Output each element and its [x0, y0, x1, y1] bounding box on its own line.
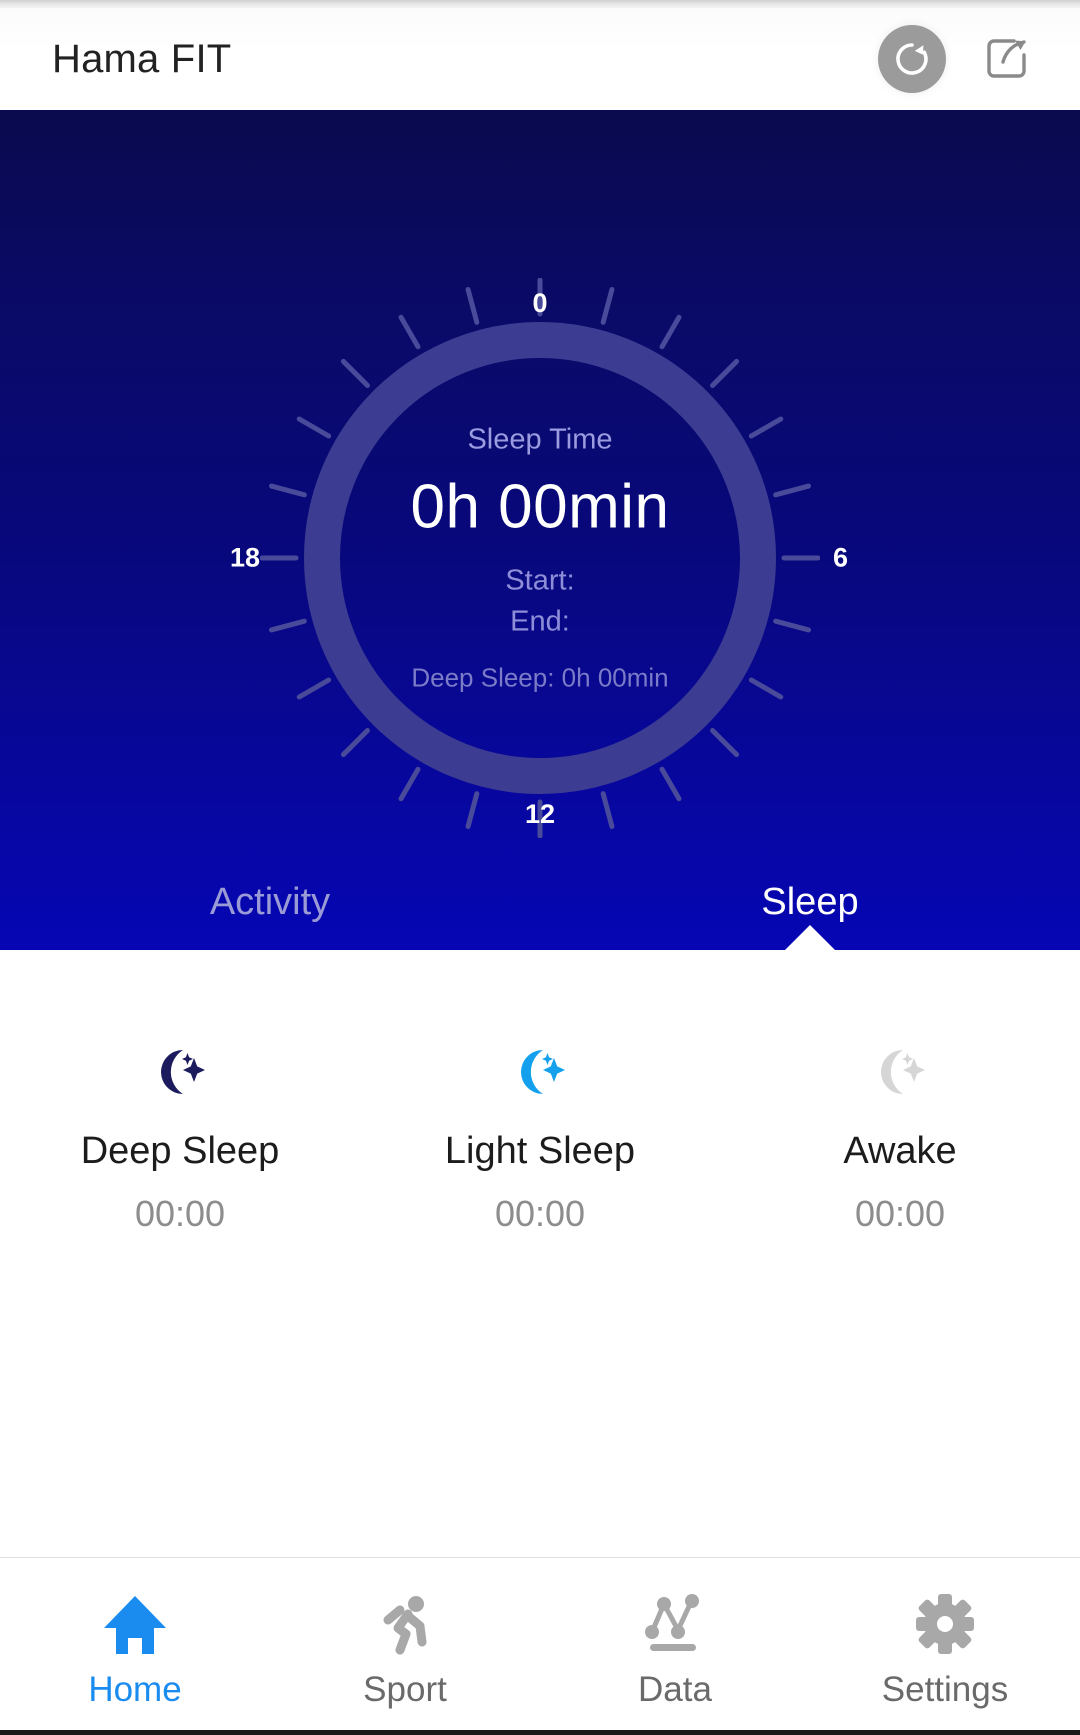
moon-stars-icon — [509, 1038, 571, 1104]
dial-hour-label-18: 18 — [230, 542, 261, 573]
nav-item-sport[interactable]: Sport — [270, 1558, 540, 1735]
hero-tab-bar: Activity Sleep — [0, 854, 1080, 950]
stat-light-sleep-label: Light Sleep — [444, 1130, 636, 1172]
sleep-end-label: End: — [510, 605, 570, 638]
moon-stars-icon — [149, 1038, 211, 1104]
app-bar: Hama FIT — [0, 8, 1080, 110]
stat-awake: Awake 00:00 — [720, 1038, 1080, 1440]
nav-item-home[interactable]: Home — [0, 1558, 270, 1735]
stat-deep-sleep-value: 00:00 — [134, 1193, 226, 1234]
nav-item-data[interactable]: Data — [540, 1558, 810, 1735]
stat-deep-sleep: Deep Sleep 00:00 — [0, 1038, 360, 1440]
deep-sleep-summary: Deep Sleep: 0h 00min — [411, 662, 669, 693]
tab-activity[interactable]: Activity — [0, 854, 540, 950]
running-icon — [370, 1586, 440, 1658]
tab-activity-label: Activity — [209, 880, 331, 923]
nav-item-home-label: Home — [88, 1670, 182, 1709]
tab-sleep-label: Sleep — [761, 880, 859, 923]
app-bar-actions — [878, 25, 1040, 93]
gear-icon — [910, 1586, 980, 1658]
stat-awake-label: Awake — [843, 1130, 957, 1172]
stat-deep-sleep-label: Deep Sleep — [80, 1130, 280, 1172]
refresh-sync-icon[interactable] — [878, 25, 946, 93]
system-nav-line — [0, 1730, 1080, 1735]
status-bar-strip — [0, 0, 1080, 8]
sleep-start-label: Start: — [505, 564, 575, 597]
app-title: Hama FIT — [52, 37, 232, 81]
nav-item-settings[interactable]: Settings — [810, 1558, 1080, 1735]
stat-light-sleep: Light Sleep 00:00 — [360, 1038, 720, 1440]
sleep-time-label: Sleep Time — [467, 423, 613, 456]
sleep-dial: 0 6 12 18 Sleep Time 0h 00min Start: End… — [230, 278, 848, 838]
tab-sleep[interactable]: Sleep — [540, 854, 1080, 950]
dial-hour-label-0: 0 — [532, 288, 548, 318]
sleep-hero-panel: 0 6 12 18 Sleep Time 0h 00min Start: End… — [0, 110, 1080, 950]
nav-item-settings-label: Settings — [881, 1670, 1009, 1709]
chart-icon — [640, 1586, 710, 1658]
dial-center-readout: Sleep Time 0h 00min Start: End: Deep Sle… — [340, 423, 740, 693]
tab-active-pointer-icon — [784, 925, 836, 950]
dial-hour-label-12: 12 — [524, 799, 556, 829]
nav-item-data-label: Data — [638, 1670, 712, 1709]
share-export-icon[interactable] — [972, 25, 1040, 93]
stat-awake-value: 00:00 — [854, 1193, 946, 1234]
sleep-time-value: 0h 00min — [410, 472, 670, 542]
bottom-navigation-bar: Home Sport Data Settings — [0, 1557, 1080, 1735]
sleep-stats-section: Deep Sleep 00:00 Light Sleep 00:00 Awake… — [0, 950, 1080, 1440]
home-icon — [100, 1586, 170, 1658]
stat-light-sleep-value: 00:00 — [494, 1193, 586, 1234]
dial-hour-label-6: 6 — [832, 542, 848, 573]
nav-item-sport-label: Sport — [363, 1670, 447, 1709]
moon-stars-icon — [869, 1038, 931, 1104]
